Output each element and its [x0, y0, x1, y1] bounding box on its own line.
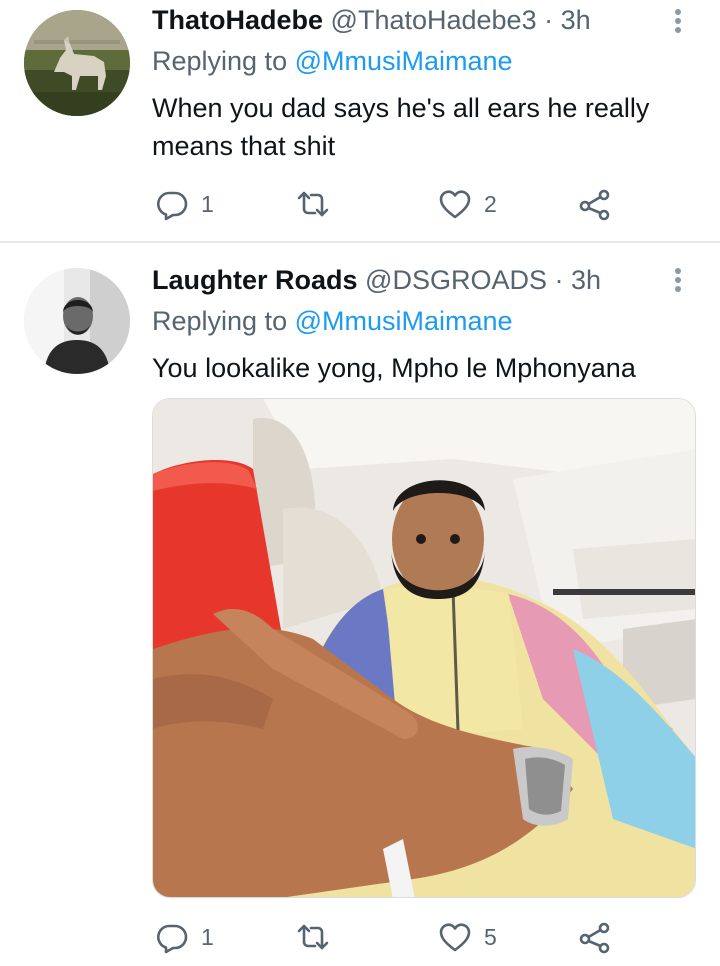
tweet-header: ThatoHadebe @ThatoHadebe3 · 3h — [152, 4, 591, 36]
separator: · — [554, 265, 564, 295]
reply-count: 1 — [201, 190, 214, 217]
retweet-icon — [297, 924, 329, 950]
like-button[interactable]: 5 — [438, 917, 497, 957]
user-handle[interactable]: @ThatoHadebe3 — [331, 5, 537, 35]
tweet-text: You lookalike yong, Mpho le Mphonyana — [152, 353, 636, 383]
share-button[interactable] — [578, 917, 612, 957]
tweet-header: Laughter Roads @DSGROADS · 3h — [152, 264, 601, 296]
share-icon — [579, 189, 610, 221]
tweet-actions: 1 2 — [155, 184, 625, 224]
reply-icon — [157, 191, 188, 221]
like-count: 5 — [484, 923, 497, 950]
tweet[interactable]: Laughter Roads @DSGROADS · 3h Replying t… — [0, 243, 720, 966]
retweet-button[interactable] — [296, 184, 342, 224]
reply-count: 1 — [201, 923, 214, 950]
reply-icon — [157, 924, 188, 954]
timestamp[interactable]: 3h — [561, 5, 591, 35]
replying-to-label: Replying to — [152, 306, 288, 336]
replying-to-label: Replying to — [152, 46, 288, 76]
avatar[interactable] — [24, 10, 130, 116]
heart-icon — [439, 923, 471, 952]
like-button[interactable]: 2 — [438, 184, 497, 224]
tweet[interactable]: ThatoHadebe @ThatoHadebe3 · 3h Replying … — [0, 0, 720, 242]
share-button[interactable] — [578, 184, 612, 224]
display-name[interactable]: ThatoHadebe — [152, 5, 323, 35]
separator: · — [544, 5, 554, 35]
reply-button[interactable]: 1 — [155, 184, 214, 224]
tweet-text: When you dad says he's all ears he reall… — [152, 93, 650, 161]
mention-link[interactable]: @MmusiMaimane — [295, 46, 513, 76]
tweet-actions: 1 5 — [155, 917, 625, 957]
user-handle[interactable]: @DSGROADS — [365, 265, 547, 295]
more-vertical-icon[interactable] — [668, 265, 688, 295]
like-count: 2 — [484, 190, 497, 217]
retweet-button[interactable] — [296, 917, 342, 957]
retweet-icon — [297, 191, 329, 217]
heart-icon — [439, 190, 471, 219]
share-icon — [579, 922, 610, 954]
timestamp[interactable]: 3h — [571, 265, 601, 295]
tweet-media-photo[interactable] — [152, 398, 696, 898]
more-vertical-icon[interactable] — [668, 6, 688, 36]
reply-button[interactable]: 1 — [155, 917, 214, 957]
replying-to: Replying to @MmusiMaimane — [152, 45, 513, 77]
display-name[interactable]: Laughter Roads — [152, 265, 358, 295]
avatar[interactable] — [24, 268, 130, 374]
replying-to: Replying to @MmusiMaimane — [152, 305, 513, 337]
mention-link[interactable]: @MmusiMaimane — [295, 306, 513, 336]
